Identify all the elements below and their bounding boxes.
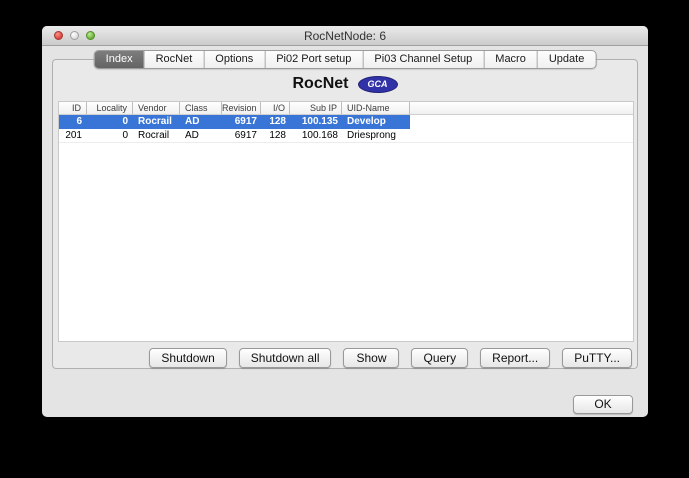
minimize-icon[interactable]: [70, 31, 79, 40]
tab-update[interactable]: Update: [538, 51, 595, 68]
cell-vendor: Rocrail: [138, 116, 172, 127]
query-button[interactable]: Query: [411, 348, 469, 368]
tab-pi02-port-setup[interactable]: Pi02 Port setup: [265, 51, 364, 68]
tab-rocnet[interactable]: RocNet: [145, 51, 205, 68]
close-icon[interactable]: [54, 31, 63, 40]
tab-macro[interactable]: Macro: [484, 51, 538, 68]
cell-uid-name: Develop: [347, 116, 386, 127]
index-tab-panel: RocNet GCA ID Locality Vendor Class Revi…: [52, 59, 638, 369]
column-header-uid-name[interactable]: UID-Name: [342, 102, 410, 114]
node-list-table: ID Locality Vendor Class Revision I/O Su…: [58, 101, 634, 342]
tab-bar: Index RocNet Options Pi02 Port setup Pi0…: [93, 50, 597, 69]
cell-io: 128: [269, 116, 286, 127]
shutdown-all-button[interactable]: Shutdown all: [238, 348, 332, 368]
cell-uid-name: Driesprong: [347, 130, 396, 141]
titlebar: RocNetNode: 6: [42, 26, 648, 46]
cell-locality: 0: [122, 130, 128, 141]
tab-index[interactable]: Index: [94, 51, 145, 68]
show-button[interactable]: Show: [343, 348, 400, 368]
cell-id: 6: [76, 116, 82, 127]
action-button-row: Shutdown Shutdown all Show Query Report.…: [149, 348, 632, 368]
ok-button[interactable]: OK: [573, 395, 633, 414]
column-header-revision[interactable]: Revision: [222, 102, 261, 114]
cell-locality: 0: [122, 116, 128, 127]
column-header-io[interactable]: I/O: [261, 102, 290, 114]
column-header-class[interactable]: Class: [180, 102, 222, 114]
column-header-vendor[interactable]: Vendor: [133, 102, 180, 114]
window-title: RocNetNode: 6: [303, 29, 387, 43]
cell-class: AD: [185, 130, 199, 141]
cell-id: 201: [65, 130, 82, 141]
panel-heading-row: RocNet GCA: [53, 75, 637, 93]
column-header-id[interactable]: ID: [59, 102, 87, 114]
zoom-icon[interactable]: [86, 31, 95, 40]
column-header-sub-ip[interactable]: Sub IP: [290, 102, 342, 114]
cell-vendor: Rocrail: [138, 130, 170, 141]
table-row[interactable]: 6 0 Rocrail AD 6917 128 100.135 Develop: [59, 115, 410, 129]
window-controls: [54, 31, 95, 40]
cell-io: 128: [269, 130, 286, 141]
table-header-row: ID Locality Vendor Class Revision I/O Su…: [59, 102, 633, 115]
rocnetnode-dialog-window: RocNetNode: 6 Index RocNet Options Pi02 …: [42, 26, 648, 417]
column-header-locality[interactable]: Locality: [87, 102, 133, 114]
table-row[interactable]: 201 0 Rocrail AD 6917 128 100.168 Driesp…: [59, 129, 633, 143]
cell-sub-ip: 100.135: [301, 116, 338, 127]
tab-pi03-channel-setup[interactable]: Pi03 Channel Setup: [363, 51, 485, 68]
gca-badge: GCA: [357, 75, 398, 93]
column-header-filler: [410, 102, 633, 114]
cell-class: AD: [185, 116, 200, 127]
shutdown-button[interactable]: Shutdown: [149, 348, 227, 368]
report-button[interactable]: Report...: [480, 348, 551, 368]
putty-button[interactable]: PuTTY...: [562, 348, 632, 368]
panel-title: RocNet: [292, 75, 349, 92]
cell-sub-ip: 100.168: [301, 130, 338, 141]
cell-revision: 6917: [234, 130, 257, 141]
cell-revision: 6917: [234, 116, 257, 127]
tab-options[interactable]: Options: [204, 51, 266, 68]
